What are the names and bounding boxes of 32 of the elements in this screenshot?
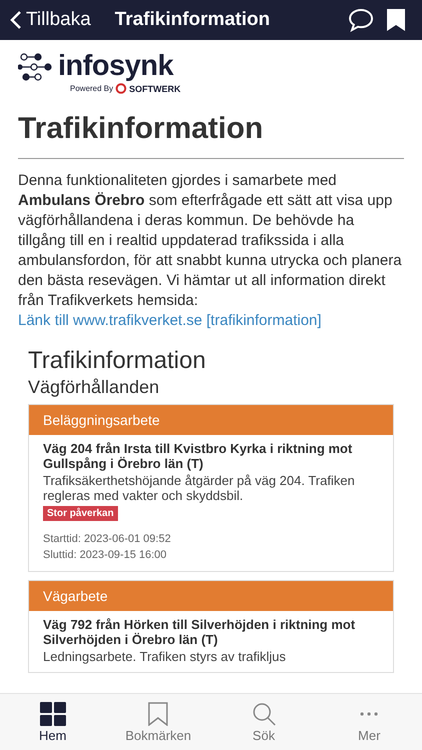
- search-icon: [252, 702, 276, 726]
- end-time: Sluttid: 2023-09-15 16:00: [43, 548, 168, 563]
- incident-description: Ledningsarbete. Trafiken styrs av trafikljus: [43, 649, 287, 664]
- tab[interactable]: Mer: [316, 694, 422, 750]
- bookmark-icon: [148, 702, 168, 726]
- more-icon: [359, 712, 380, 716]
- section-subtitle: Vägförhållanden: [28, 377, 160, 398]
- start-time: Starttid: 2023-06-01 09:52: [43, 532, 172, 547]
- speech-bubble-icon: [348, 8, 374, 32]
- tab[interactable]: Hem: [0, 694, 106, 750]
- back-button[interactable]: Tillbaka: [10, 9, 91, 31]
- incident-description: Trafiksäkerthetshöjande åtgärder på väg 204. Trafiken regleras med vakter och skyddsbil.: [43, 473, 356, 503]
- incident-category: Vägarbete: [29, 581, 393, 611]
- nav-title: Trafikinformation: [114, 9, 271, 31]
- powered-by-text: Powered By: [70, 84, 114, 93]
- logo-wordmark: infosynk: [58, 50, 174, 83]
- grid-icon: [40, 702, 66, 726]
- bookmark-icon: [386, 8, 406, 32]
- q-logo-icon: [115, 83, 128, 94]
- brand-name: SOFTWERK: [129, 84, 181, 94]
- incident-title: Väg 204 från Irsta till Kvistbro Kyrka i riktning mot Gullspång i Örebro län (T): [43, 441, 354, 471]
- tab[interactable]: Bokmärken: [106, 694, 211, 750]
- chevron-left-icon: [10, 10, 22, 30]
- page-title: Trafikinformation: [18, 112, 404, 159]
- intro-paragraph: Denna funktionaliteten gjordes i samarbete med Ambulans Örebro som efterfrågade ett sätt att visa upp vägförhållandena i deras kommun. De behövde ha tillgång till en i realtid uppdaterad trafikssida i alla ambulansfordon, för att snabbt kunna utrycka och planera den bästa resevägen. Vi hämtar ut all information direkt från Trafikverkets hemsida: Länk till www.trafikverket.se [trafikinformation]: [18, 171, 403, 331]
- impact-label: Stor påverkan: [43, 506, 118, 521]
- incident-category: Beläggningsarbete: [29, 405, 393, 435]
- section-title: Trafikinformation: [28, 347, 207, 375]
- dots-logo-icon: [18, 52, 52, 82]
- incident-title: Väg 792 från Hörken till Silverhöjden i riktning mot Silverhöjden i Örebro län (T): [43, 617, 356, 647]
- tab[interactable]: Sök: [211, 694, 316, 750]
- trafikverket-link[interactable]: Länk till www.trafikverket.se [trafikinformation]: [18, 312, 322, 329]
